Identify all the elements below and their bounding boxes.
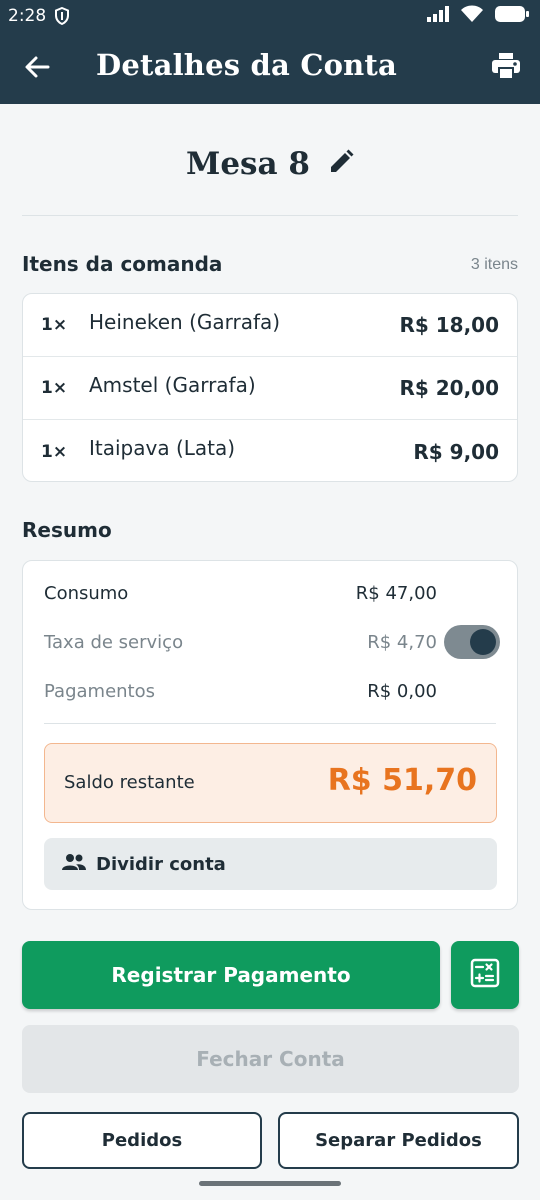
shield-icon — [54, 7, 70, 25]
summary-card: Consumo R$ 47,00 Taxa de serviço R$ 4,70… — [22, 560, 518, 910]
status-bar: 2:28 — [0, 0, 540, 32]
balance-box: Saldo restante R$ 51,70 — [44, 743, 497, 823]
edit-table-button[interactable] — [328, 149, 354, 180]
table-header: Mesa 8 — [0, 138, 540, 190]
list-item[interactable]: 1× Heineken (Garrafa) R$ 18,00 — [23, 294, 517, 357]
service-fee-label: Taxa de serviço — [44, 632, 184, 653]
app-bar: Detalhes da Conta — [0, 32, 540, 104]
pencil-icon — [328, 149, 354, 180]
page-title: Detalhes da Conta — [96, 48, 398, 82]
balance-value: R$ 51,70 — [327, 763, 477, 798]
print-button[interactable] — [490, 52, 522, 84]
item-quantity: 1× — [41, 441, 68, 462]
list-item[interactable]: 1× Itaipava (Lata) R$ 9,00 — [23, 420, 517, 481]
service-fee-toggle[interactable] — [444, 625, 500, 659]
people-icon — [62, 853, 86, 876]
orders-button[interactable]: Pedidos — [22, 1112, 262, 1169]
battery-icon — [494, 5, 530, 28]
wifi-icon — [460, 5, 484, 28]
divider — [22, 215, 518, 216]
items-list: 1× Heineken (Garrafa) R$ 18,00 1× Amstel… — [22, 293, 518, 482]
consumo-label: Consumo — [44, 583, 129, 604]
items-section-title: Itens da comanda — [22, 252, 223, 276]
summary-section-title: Resumo — [22, 518, 112, 542]
item-name: Itaipava (Lata) — [89, 436, 236, 460]
status-time: 2:28 — [8, 6, 47, 26]
balance-label: Saldo restante — [64, 772, 195, 793]
split-account-label: Dividir conta — [96, 853, 226, 875]
register-payment-button[interactable]: Registrar Pagamento — [22, 941, 440, 1009]
split-orders-button[interactable]: Separar Pedidos — [278, 1112, 519, 1169]
item-price: R$ 20,00 — [399, 376, 499, 400]
payments-value: R$ 0,00 — [367, 681, 437, 702]
toggle-knob — [470, 629, 496, 655]
item-quantity: 1× — [41, 315, 68, 335]
back-button[interactable] — [22, 54, 52, 84]
list-item[interactable]: 1× Amstel (Garrafa) R$ 20,00 — [23, 357, 517, 420]
calculator-button[interactable] — [451, 941, 519, 1009]
divider — [44, 723, 496, 724]
payments-label: Pagamentos — [44, 681, 155, 702]
item-name: Heineken (Garrafa) — [89, 310, 281, 334]
service-fee-value: R$ 4,70 — [367, 632, 437, 653]
items-count: 3 itens — [470, 256, 518, 273]
item-price: R$ 18,00 — [399, 313, 499, 337]
signal-icon — [426, 5, 450, 28]
item-price: R$ 9,00 — [413, 439, 499, 464]
arrow-left-icon — [24, 54, 50, 85]
close-account-button[interactable]: Fechar Conta — [22, 1025, 519, 1093]
item-name: Amstel (Garrafa) — [89, 373, 256, 397]
home-indicator[interactable] — [199, 1181, 341, 1186]
item-quantity: 1× — [41, 378, 68, 398]
calculator-icon — [470, 958, 500, 993]
split-account-button[interactable]: Dividir conta — [44, 838, 497, 890]
printer-icon — [491, 52, 521, 85]
consumo-value: R$ 47,00 — [355, 583, 437, 604]
table-name: Mesa 8 — [186, 146, 310, 182]
